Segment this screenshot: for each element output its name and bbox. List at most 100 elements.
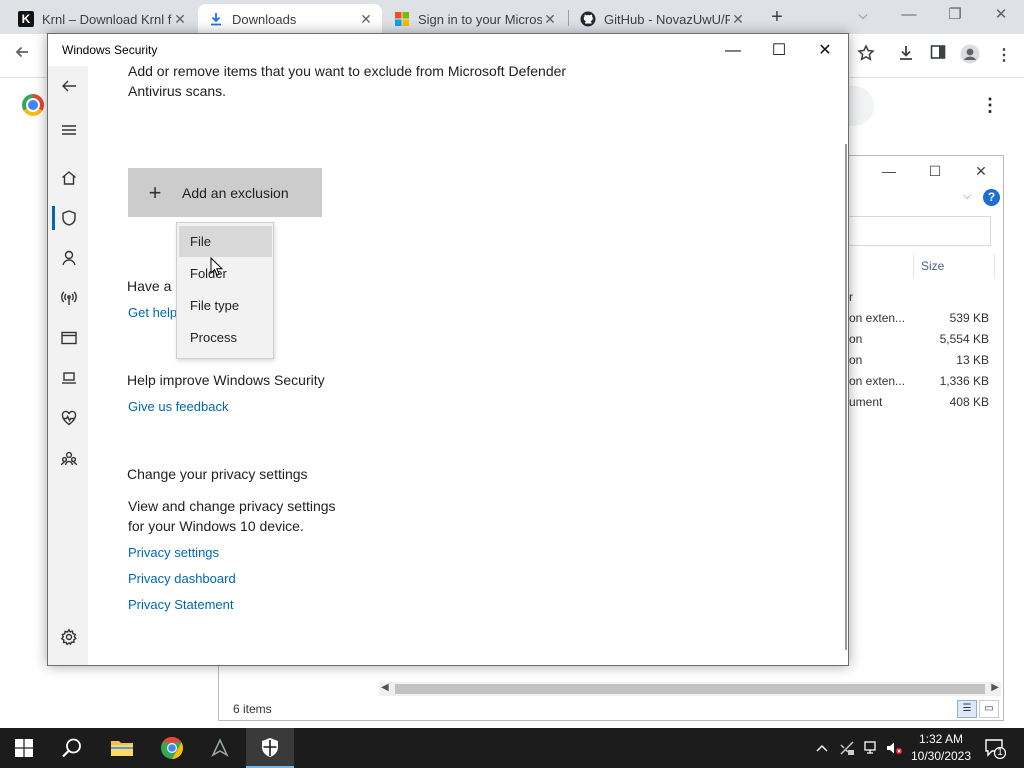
- start-windows-icon[interactable]: [0, 728, 48, 768]
- windows-security-window: Windows Security — ☐ ✕ Add or remove ite…: [47, 33, 849, 666]
- action-center-icon[interactable]: 1: [984, 737, 1007, 760]
- tab-title: Downloads: [232, 11, 297, 27]
- maximize-button[interactable]: ☐: [756, 38, 802, 64]
- give-feedback-link[interactable]: Give us feedback: [128, 399, 228, 414]
- side-panel-icon[interactable]: [926, 44, 950, 68]
- explorer-search-input[interactable]: [839, 216, 991, 246]
- ribbon-expand-icon[interactable]: ⌵: [963, 190, 971, 203]
- scrollbar-thumb[interactable]: [395, 684, 985, 694]
- scroll-left-icon[interactable]: ◀: [381, 682, 389, 693]
- file-row[interactable]: on exten... 539 KB: [847, 308, 989, 328]
- close-button[interactable]: ✕: [802, 38, 848, 64]
- profile-avatar-icon[interactable]: [958, 44, 982, 68]
- privacy-settings-link[interactable]: Privacy settings: [128, 545, 219, 560]
- downloads-icon[interactable]: [894, 44, 918, 68]
- plus-icon: +: [148, 179, 162, 205]
- back-arrow-icon[interactable]: [10, 44, 34, 68]
- add-exclusion-label: Add an exclusion: [182, 184, 289, 201]
- privacy-text-line2: for your Windows 10 device.: [128, 518, 304, 534]
- help-improve-heading: Help improve Windows Security: [127, 372, 325, 388]
- close-tab-icon[interactable]: ✕: [172, 11, 188, 28]
- browser-close-button[interactable]: ✕: [986, 4, 1016, 28]
- krnl-favicon-icon: K: [18, 11, 34, 27]
- menu-item-folder[interactable]: Folder: [179, 258, 272, 289]
- download-icon: [208, 11, 224, 27]
- get-help-link[interactable]: Get help: [128, 305, 177, 320]
- chrome-logo-icon: [22, 94, 44, 116]
- device-security-icon[interactable]: [56, 365, 82, 391]
- column-header-size[interactable]: Size: [921, 259, 944, 273]
- tab-downloads[interactable]: Downloads ✕: [198, 4, 382, 34]
- page-menu-icon[interactable]: ⋮: [980, 94, 1000, 116]
- tab-title: GitHub - NovazUwU/R: [604, 11, 730, 27]
- app-browser-control-icon[interactable]: [56, 325, 82, 351]
- intro-text-line2: Antivirus scans.: [128, 83, 227, 99]
- privacy-text-line1: View and change privacy settings: [128, 498, 336, 514]
- firewall-network-icon[interactable]: [56, 285, 82, 311]
- search-icon[interactable]: [48, 728, 96, 768]
- privacy-dashboard-link[interactable]: Privacy dashboard: [128, 571, 236, 586]
- file-row[interactable]: on 5,554 KB: [847, 329, 989, 349]
- bookmark-star-icon[interactable]: [854, 44, 878, 68]
- help-icon[interactable]: ?: [983, 189, 1000, 206]
- tab-separator: [568, 10, 569, 26]
- vertical-scrollbar[interactable]: [845, 144, 847, 650]
- mouse-cursor-icon: [210, 257, 224, 276]
- file-explorer-folder-icon[interactable]: [98, 728, 146, 768]
- exclusion-type-menu: File Folder File type Process: [176, 222, 274, 359]
- windows-security-taskbar-icon[interactable]: [246, 728, 294, 768]
- settings-gear-icon[interactable]: [56, 624, 82, 650]
- system-clock[interactable]: 1:32 AM 10/30/2023: [906, 731, 976, 765]
- file-row[interactable]: on exten... 1,336 KB: [847, 371, 989, 391]
- browser-tabstrip: K Krnl – Download Krnl f ✕ Downloads ✕ S…: [0, 0, 1024, 34]
- menu-item-process[interactable]: Process: [179, 322, 272, 353]
- add-exclusion-button[interactable]: + Add an exclusion: [128, 168, 322, 217]
- explorer-maximize-button[interactable]: ☐: [915, 160, 955, 182]
- browser-restore-button[interactable]: ❐: [940, 4, 970, 28]
- column-divider: [994, 254, 995, 278]
- tab-title: Sign in to your Microsc: [418, 11, 542, 27]
- chrome-taskbar-icon[interactable]: [148, 728, 196, 768]
- tab-search-button[interactable]: ⌵: [848, 4, 878, 28]
- item-count-status: 6 items: [233, 702, 272, 716]
- network-monitor-icon[interactable]: [862, 740, 880, 756]
- tab-github[interactable]: GitHub - NovazUwU/R ✕: [570, 4, 754, 34]
- windows-taskbar: 1:32 AM 10/30/2023 1: [0, 728, 1024, 768]
- file-row[interactable]: ument 408 KB: [847, 392, 989, 412]
- explorer-minimize-button[interactable]: —: [869, 160, 909, 182]
- back-arrow-icon[interactable]: [56, 73, 82, 99]
- browser-menu-icon[interactable]: ⋮: [992, 44, 1016, 68]
- account-person-icon[interactable]: [56, 245, 82, 271]
- details-view-icon[interactable]: ☰: [957, 700, 977, 718]
- browser-minimize-button[interactable]: —: [894, 4, 924, 28]
- clock-date: 10/30/2023: [910, 749, 972, 763]
- minimize-button[interactable]: —: [710, 38, 756, 64]
- file-row[interactable]: on 13 KB: [847, 350, 989, 370]
- close-tab-icon[interactable]: ✕: [358, 11, 374, 28]
- home-icon[interactable]: [56, 165, 82, 191]
- menu-item-file-type[interactable]: File type: [179, 290, 272, 321]
- horizontal-scrollbar[interactable]: ◀ ▶: [379, 682, 1001, 696]
- menu-item-file[interactable]: File: [179, 226, 272, 257]
- volume-muted-icon[interactable]: [884, 740, 904, 756]
- new-tab-button[interactable]: +: [765, 6, 789, 30]
- active-nav-indicator: [52, 206, 55, 230]
- explorer-close-button[interactable]: ✕: [961, 160, 1001, 182]
- notification-count: 1: [997, 747, 1003, 758]
- tab-microsoft-signin[interactable]: Sign in to your Microsc ✕: [384, 4, 566, 34]
- intro-text-line1: Add or remove items that you want to exc…: [128, 63, 567, 79]
- tab-krnl[interactable]: K Krnl – Download Krnl f ✕: [8, 4, 196, 34]
- privacy-statement-link[interactable]: Privacy Statement: [128, 597, 234, 612]
- network-status-icon[interactable]: [838, 740, 856, 756]
- scroll-right-icon[interactable]: ▶: [991, 682, 999, 693]
- family-options-icon[interactable]: [56, 446, 82, 472]
- device-health-heart-icon[interactable]: [56, 405, 82, 431]
- close-tab-icon[interactable]: ✕: [542, 11, 558, 28]
- hamburger-menu-icon[interactable]: [56, 117, 82, 143]
- column-divider: [913, 254, 914, 278]
- shield-icon[interactable]: [56, 205, 82, 231]
- large-icons-view-icon[interactable]: ▭: [979, 700, 999, 718]
- close-tab-icon[interactable]: ✕: [730, 11, 746, 28]
- show-hidden-icons-chevron-icon[interactable]: [814, 740, 830, 756]
- app-taskbar-icon[interactable]: [196, 728, 244, 768]
